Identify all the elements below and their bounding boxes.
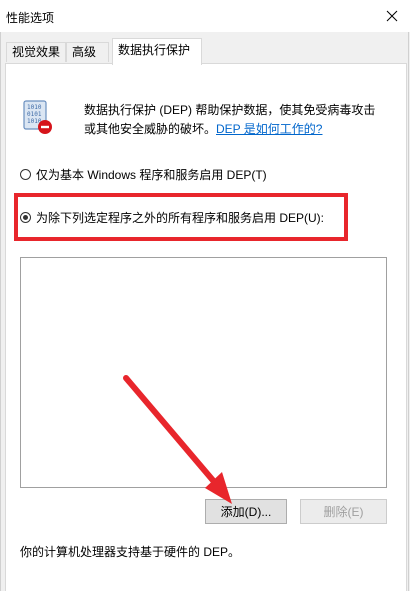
radio-basic[interactable] [20, 169, 31, 180]
hardware-dep-note: 你的计算机处理器支持基于硬件的 DEP。 [20, 545, 241, 559]
tab-strip: 视觉效果 高级 数据执行保护 [0, 38, 410, 65]
add-button[interactable]: 添加(D)... [205, 499, 287, 524]
radio-basic-label: 仅为基本 Windows 程序和服务启用 DEP(T) [36, 168, 267, 182]
dep-description: 数据执行保护 (DEP) 帮助保护数据，使其免受病毒攻击或其他安全威胁的破坏。D… [84, 101, 384, 139]
window-title: 性能选项 [6, 11, 55, 25]
title-bar: 性能选项 [0, 0, 410, 32]
dep-shield-icon: 1010 0101 1010 [23, 100, 52, 134]
radio-option-all[interactable]: 为除下列选定程序之外的所有程序和服务启用 DEP(U): [20, 209, 324, 226]
svg-text:1010: 1010 [27, 104, 42, 111]
exclusion-program-list[interactable] [20, 257, 387, 488]
remove-button[interactable]: 删除(E) [300, 499, 387, 524]
svg-text:0101: 0101 [27, 111, 42, 118]
radio-all-label: 为除下列选定程序之外的所有程序和服务启用 DEP(U): [36, 211, 325, 225]
radio-all[interactable] [20, 212, 31, 223]
dep-help-link[interactable]: DEP 是如何工作的? [216, 122, 322, 136]
close-icon [386, 10, 398, 22]
tab-advanced[interactable]: 高级 [66, 42, 109, 62]
tab-dep[interactable]: 数据执行保护 [112, 38, 202, 65]
tab-visual-effects[interactable]: 视觉效果 [6, 42, 66, 62]
close-button[interactable] [380, 4, 404, 28]
radio-option-basic[interactable]: 仅为基本 Windows 程序和服务启用 DEP(T) [20, 166, 267, 183]
